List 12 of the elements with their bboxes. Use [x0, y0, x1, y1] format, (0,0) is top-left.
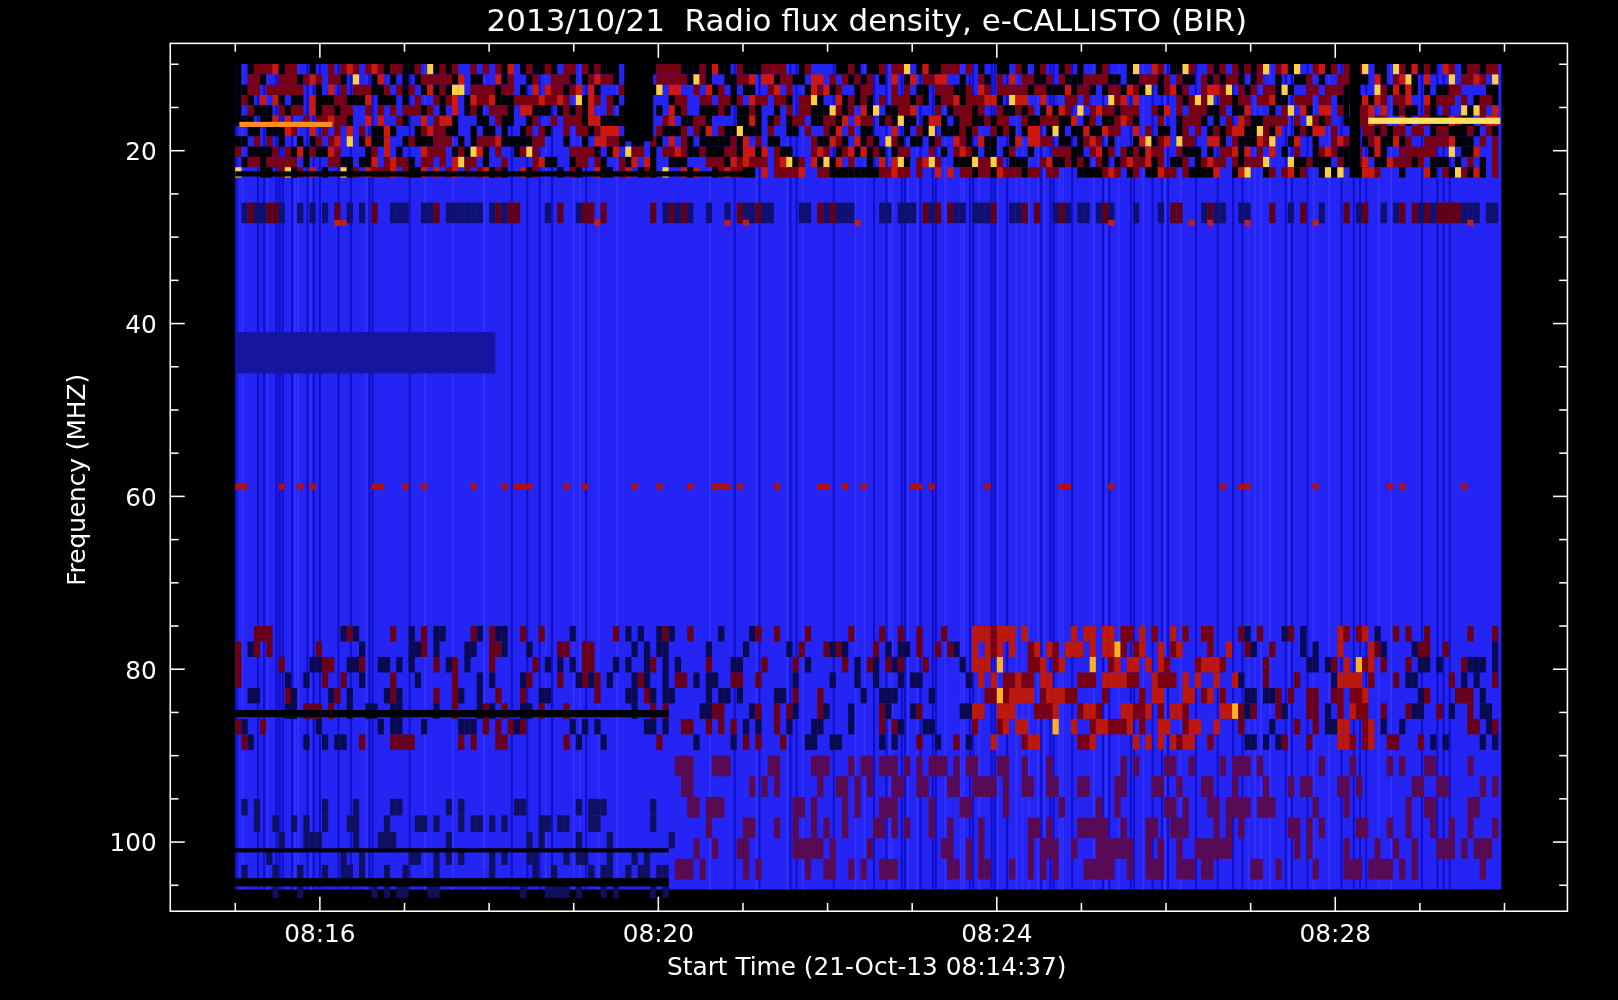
chart-title: 2013/10/21 Radio flux density, e-CALLISTO (BIR) [486, 2, 1247, 38]
x-axis-label: Start Time (21-Oct-13 08:14:37) [667, 952, 1067, 982]
x-tick-label: 08:24 [961, 919, 1033, 949]
x-tick-label: 08:28 [1299, 919, 1371, 949]
y-axis-label: Frequency (MHZ) [61, 373, 91, 586]
y-tick-label: 100 [109, 828, 157, 858]
y-tick-label: 20 [125, 137, 157, 166]
y-tick-label: 80 [125, 655, 157, 685]
x-tick-label: 08:20 [622, 919, 694, 949]
y-tick-label: 40 [125, 309, 157, 339]
y-tick-label: 60 [125, 482, 157, 512]
x-tick-label: 08:16 [284, 919, 356, 949]
